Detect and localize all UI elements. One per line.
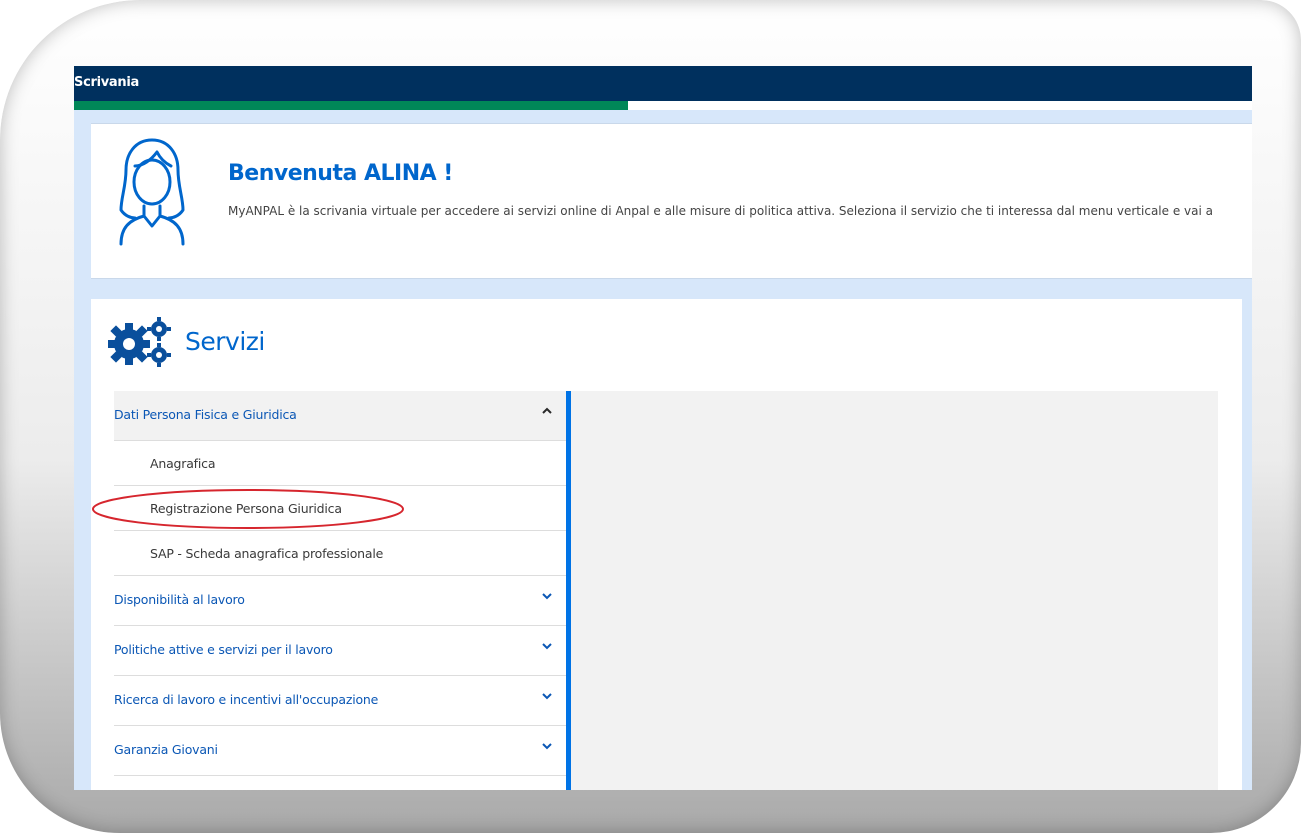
menu-item-politiche-attive[interactable]: Politiche attive e servizi per il lavoro (114, 626, 566, 676)
menu-item-ricerca-lavoro[interactable]: Ricerca di lavoro e incentivi all'occupa… (114, 676, 566, 726)
submenu-item-label: Registrazione Persona Giuridica (150, 501, 342, 516)
welcome-text: MyANPAL è la scrivania virtuale per acce… (228, 204, 1213, 218)
chevron-down-icon[interactable] (541, 590, 553, 602)
menu-item-garanzia-giovani[interactable]: Garanzia Giovani (114, 726, 566, 776)
chevron-down-icon[interactable] (541, 640, 553, 652)
user-avatar-icon (119, 138, 185, 246)
submenu-item-registrazione-persona-giuridica[interactable]: Registrazione Persona Giuridica (114, 486, 566, 531)
screenshot-frame: Scrivania Benvenuta ALINA ! MyANPAL è la… (0, 0, 1301, 833)
submenu-item-sap[interactable]: SAP - Scheda anagrafica professionale (114, 531, 566, 576)
submenu-item-label: SAP - Scheda anagrafica professionale (150, 546, 384, 561)
welcome-title: Benvenuta ALINA ! (228, 161, 453, 186)
progress-bar (74, 101, 1252, 110)
menu-item-dati-persona[interactable]: Dati Persona Fisica e Giuridica (114, 391, 566, 441)
gears-icon (108, 317, 171, 367)
menu-item-label: Ricerca di lavoro e incentivi all'occupa… (114, 692, 379, 707)
menu-item-label: Politiche attive e servizi per il lavoro (114, 642, 333, 657)
submenu-item-label: Anagrafica (150, 456, 216, 471)
menu-item-label: Disponibilità al lavoro (114, 592, 245, 607)
app-screen: Scrivania Benvenuta ALINA ! MyANPAL è la… (74, 66, 1252, 790)
welcome-card: Benvenuta ALINA ! MyANPAL è la scrivania… (91, 123, 1252, 279)
chevron-down-icon[interactable] (541, 740, 553, 752)
progress-bar-fill (74, 101, 628, 110)
services-card: Servizi Dati Persona Fisica e Giuridica … (91, 299, 1242, 790)
services-menu: Dati Persona Fisica e Giuridica Anagrafi… (114, 391, 566, 776)
app-title: Scrivania (74, 75, 139, 90)
menu-item-label: Garanzia Giovani (114, 742, 218, 757)
chevron-down-icon[interactable] (541, 690, 553, 702)
chevron-up-icon[interactable] (541, 405, 553, 417)
top-bar: Scrivania (74, 66, 1252, 101)
services-title: Servizi (185, 327, 265, 356)
menu-item-disponibilita[interactable]: Disponibilità al lavoro (114, 576, 566, 626)
submenu-item-anagrafica[interactable]: Anagrafica (114, 441, 566, 486)
menu-item-label: Dati Persona Fisica e Giuridica (114, 407, 297, 422)
content-panel (571, 391, 1218, 790)
